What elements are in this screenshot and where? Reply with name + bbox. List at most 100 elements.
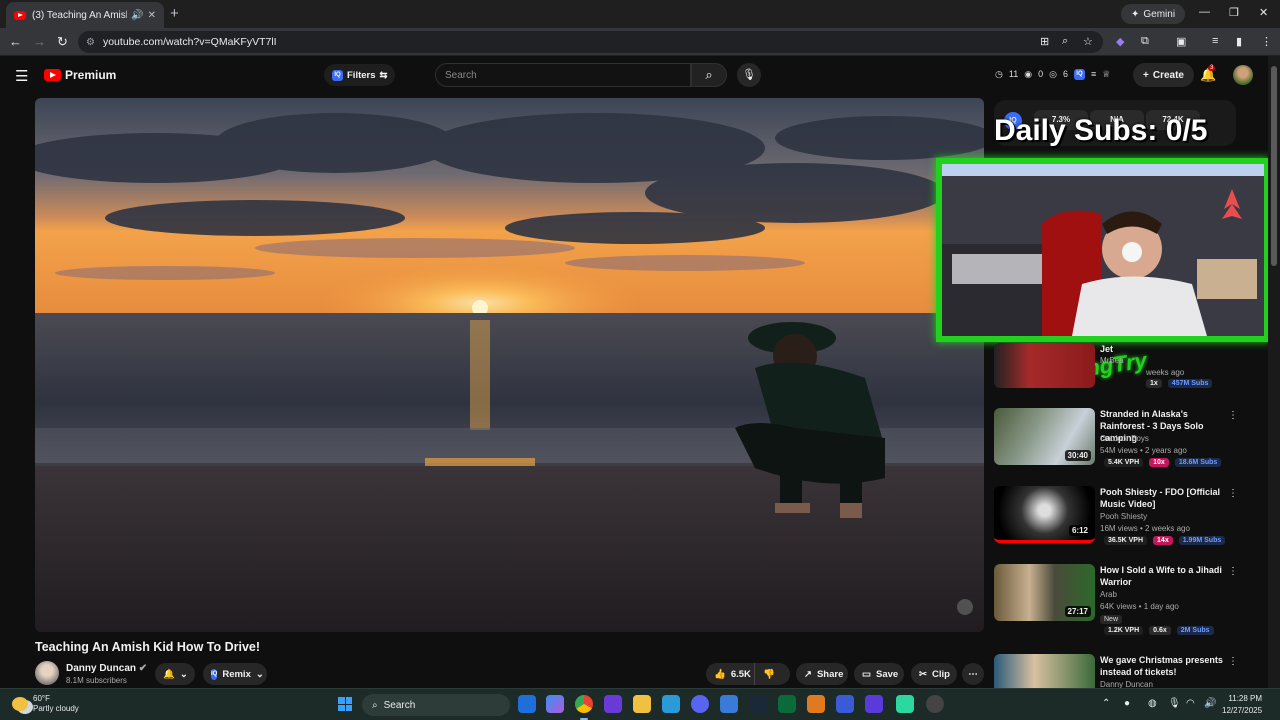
search-input[interactable]: Search <box>435 63 691 87</box>
recommendation-channel[interactable]: MrBea <box>1100 356 1124 365</box>
weather-widget[interactable]: 60°F Partly cloudy <box>12 694 79 714</box>
restore-icon[interactable]: ❐ <box>1229 6 1239 19</box>
teams-icon[interactable] <box>865 695 883 713</box>
app-icon[interactable] <box>836 695 854 713</box>
channel-name[interactable]: Danny Duncan ✔ <box>66 663 147 674</box>
back-icon[interactable]: ← <box>9 34 22 49</box>
tray-overflow-icon[interactable]: ⌃ <box>1102 698 1110 709</box>
bookmark-star-icon[interactable]: ☆ <box>1083 35 1093 48</box>
trophy-icon[interactable]: ♕ <box>1102 69 1110 80</box>
video-thumbnail[interactable] <box>994 343 1095 388</box>
profile-icon[interactable]: ▮ <box>1236 35 1242 48</box>
video-thumbnail[interactable]: 30:40 <box>994 408 1095 465</box>
recommendation-channel[interactable]: Arab <box>1100 590 1117 599</box>
close-window-icon[interactable]: ✕ <box>1259 6 1268 19</box>
video-thumbnail[interactable]: 27:17 <box>994 564 1095 621</box>
app-icon[interactable] <box>604 695 622 713</box>
more-actions-button[interactable]: ⋯ <box>962 663 984 685</box>
save-button[interactable]: ▭ Save <box>854 663 904 685</box>
notepad-icon[interactable] <box>662 695 680 713</box>
more-options-icon[interactable]: ⋮ <box>1228 656 1234 667</box>
store-icon[interactable] <box>778 695 796 713</box>
recommendation-item[interactable]: 6:12 Pooh Shiesty - FDO [Official Music … <box>994 486 1238 550</box>
extension-icon[interactable]: ◆ <box>1116 35 1124 48</box>
audio-icon[interactable]: 🔊 <box>131 10 143 21</box>
wifi-icon[interactable]: ◠ <box>1186 698 1195 709</box>
photos-icon[interactable] <box>720 695 738 713</box>
close-tab-icon[interactable]: ✕ <box>148 10 156 21</box>
video-player[interactable] <box>35 98 984 632</box>
task-view-icon[interactable] <box>518 695 536 713</box>
site-info-icon[interactable]: ⚙ <box>86 37 95 48</box>
video-thumbnail[interactable] <box>994 654 1095 688</box>
extensions-puzzle-icon[interactable]: ⧉ <box>1141 35 1149 48</box>
taskbar-search[interactable]: ⌕ Search <box>362 694 510 716</box>
more-options-icon[interactable]: ⋮ <box>1228 410 1238 421</box>
list-icon[interactable]: ≡ <box>1091 69 1096 80</box>
file-explorer-icon[interactable] <box>633 695 651 713</box>
recommendation-channel[interactable]: Outdoor Boys <box>1100 434 1149 443</box>
multiplier-badge: 10x <box>1149 458 1169 467</box>
recommendation-meta: 16M views • 2 weeks ago <box>1100 524 1190 533</box>
filters-button[interactable]: IQ Filters ⇆ <box>324 64 396 86</box>
recommendation-title[interactable]: We gave Christmas presents instead of ti… <box>1100 654 1224 678</box>
chrome-icon[interactable] <box>575 695 593 713</box>
install-app-icon[interactable]: ⊞ <box>1040 35 1049 48</box>
remix-button[interactable]: IQ Remix ⌄ <box>203 663 267 685</box>
share-button[interactable]: ↗ Share <box>796 663 848 685</box>
more-options-icon[interactable]: ⋮ <box>1228 488 1238 499</box>
recommendation-title[interactable]: Pooh Shiesty - FDO [Official Music Video… <box>1100 486 1224 510</box>
iq-tool-icon[interactable]: IQ <box>1073 69 1085 80</box>
sliders-icon: ⇆ <box>379 69 388 81</box>
reload-icon[interactable]: ↻ <box>57 34 68 50</box>
zoom-icon[interactable]: ⌕ <box>1062 35 1068 48</box>
multiplier-badge: 14x <box>1153 536 1173 545</box>
gemini-button[interactable]: ✦ Gemini <box>1121 4 1186 24</box>
copilot-icon[interactable] <box>546 695 564 713</box>
recommendation-item[interactable]: We gave Christmas presents instead of ti… <box>994 654 1234 688</box>
recommendation-channel[interactable]: Danny Duncan <box>1100 680 1153 688</box>
voice-search-button[interactable]: 🎙 <box>737 63 761 87</box>
webcam-feed <box>942 164 1264 336</box>
channel-avatar[interactable] <box>35 661 59 685</box>
steam-icon[interactable] <box>749 695 767 713</box>
like-button[interactable]: 👍 6.5K <box>706 663 754 685</box>
recommendation-channel[interactable]: Pooh Shiesty <box>1100 512 1147 521</box>
network-icon[interactable]: ◍ <box>1148 698 1157 709</box>
start-button[interactable] <box>338 697 352 711</box>
dislike-button[interactable]: 👎 <box>754 663 790 685</box>
new-tab-button[interactable]: + <box>170 5 179 22</box>
side-panel-icon[interactable]: ▣ <box>1176 35 1186 48</box>
system-clock[interactable]: 11:28 PM 12/27/2025 <box>1222 693 1262 717</box>
media-control-icon[interactable]: ≡ <box>1212 35 1218 47</box>
notification-subscribe-button[interactable]: 🔔 ⌄ <box>155 663 195 685</box>
app-icon[interactable] <box>807 695 825 713</box>
search-button[interactable]: ⌕ <box>691 63 727 87</box>
browser-tab[interactable]: (3) Teaching An Amish Kid 🔊 ✕ <box>6 2 164 28</box>
tray-app-icon[interactable]: ● <box>1124 698 1130 709</box>
forward-icon[interactable]: → <box>33 34 46 49</box>
hamburger-menu-icon[interactable]: ☰ <box>15 67 28 85</box>
search-icon: ⌕ <box>372 699 378 711</box>
create-button[interactable]: + Create <box>1133 63 1194 87</box>
microphone-tray-icon[interactable]: 🎙 <box>1168 698 1181 709</box>
browser-tab-strip: (3) Teaching An Amish Kid 🔊 ✕ + ✦ Gemini… <box>0 0 1280 28</box>
more-options-icon[interactable]: ⋮ <box>1228 566 1238 577</box>
discord-icon[interactable] <box>691 695 709 713</box>
app-icon[interactable] <box>896 695 914 713</box>
recommendation-item[interactable]: 30:40 Stranded in Alaska's Rainforest - … <box>994 408 1238 472</box>
user-avatar[interactable] <box>1233 65 1253 85</box>
recommendation-item[interactable]: 27:17 How I Sold a Wife to a Jihadi Warr… <box>994 564 1238 635</box>
recommendation-title[interactable]: How I Sold a Wife to a Jihadi Warrior <box>1100 564 1224 588</box>
obs-icon[interactable] <box>926 695 944 713</box>
youtube-logo[interactable]: Premium <box>44 68 116 82</box>
video-thumbnail[interactable]: 6:12 <box>994 486 1095 543</box>
chrome-menu-icon[interactable]: ⋮ <box>1261 35 1272 48</box>
recommendation-item[interactable]: Jet MrBea weeks ago 1x 457M Subs <box>994 343 1234 393</box>
clip-button[interactable]: ✂ Clip <box>911 663 957 685</box>
address-bar[interactable]: ⚙ youtube.com/watch?v=QMaKFyVT7lI <box>78 31 1103 53</box>
recommendation-title[interactable]: Jet <box>1100 343 1224 355</box>
scrollbar-thumb[interactable] <box>1271 66 1277 266</box>
volume-icon[interactable]: 🔊 <box>1204 698 1216 709</box>
minimize-icon[interactable]: — <box>1199 6 1210 18</box>
